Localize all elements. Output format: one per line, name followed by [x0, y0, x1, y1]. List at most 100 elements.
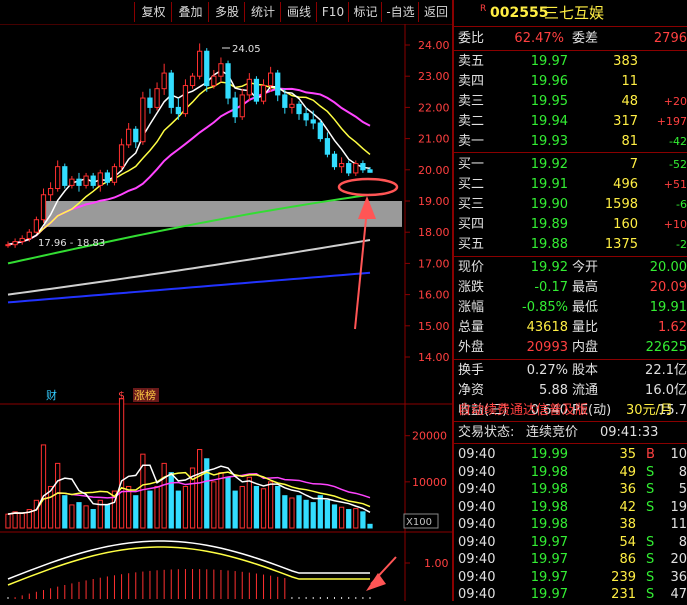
divider	[454, 443, 687, 444]
stock-code: 002555	[490, 5, 549, 21]
ask-price: 19.96	[530, 74, 568, 89]
candle	[260, 79, 267, 105]
candle-body	[55, 166, 61, 190]
price-axis-label: 19.00	[418, 195, 450, 208]
bid-change: -52	[669, 158, 687, 171]
candle	[303, 107, 309, 127]
status-value: 连续竞价	[526, 425, 579, 440]
stock-header: R 002555 三七互娱	[456, 2, 687, 24]
toolbar-button-2[interactable]: 多股	[208, 2, 245, 22]
bid-row: 买一 19.92 7 -52	[456, 155, 687, 175]
trade-status-row: 交易状态: 连续竞价 09:41:33	[456, 423, 687, 443]
stat-value: 43618	[526, 320, 568, 335]
ask-price: 19.93	[530, 134, 568, 149]
candle-body	[310, 119, 316, 124]
candle	[133, 126, 139, 148]
bid-price: 19.90	[530, 197, 568, 212]
kline-chart-area[interactable]: 24.00 23.00 22.00 21.00 20.00 19.00 18.00 17.00…	[0, 23, 452, 601]
ask-row: 卖一 19.93 81 -42	[456, 132, 687, 152]
candle-body	[76, 178, 82, 186]
candle-body	[338, 163, 345, 168]
candle-body	[239, 94, 245, 118]
candle	[232, 91, 238, 123]
candle	[204, 48, 210, 92]
toolbar-button-4[interactable]: 画线	[280, 2, 317, 22]
volume-bar	[118, 398, 125, 529]
candle-body	[324, 138, 331, 155]
stat-value: 19.91	[649, 300, 687, 315]
candle	[55, 160, 61, 192]
marker-cai: 财	[46, 388, 57, 402]
bid-price: 19.89	[530, 217, 568, 232]
volume-bar	[204, 458, 210, 529]
candle-body	[211, 75, 217, 87]
volume-bar	[296, 495, 302, 529]
price-axis-label: 21.00	[418, 133, 450, 146]
candle-body	[317, 122, 323, 140]
ad-text: 自动续费通达信普及版	[458, 403, 589, 418]
toolbar-button-6[interactable]: 标记	[348, 2, 382, 22]
candle	[168, 69, 174, 114]
quote-stat-row: 外盘 20993 内盘 22625	[456, 338, 687, 358]
toolbar-button-7[interactable]: -自选	[381, 2, 419, 22]
bid-volume: 7	[629, 157, 638, 172]
stat-label: 最高	[572, 280, 599, 295]
toolbar-button-5[interactable]: F10	[316, 2, 349, 22]
kline-chart-svg[interactable]: 24.00 23.00 22.00 21.00 20.00 19.00 18.00 17.00…	[0, 23, 452, 601]
bid-row: 买四 19.89 160 +10	[456, 215, 687, 235]
toolbar-button-3[interactable]: 统计	[244, 2, 281, 22]
volume-bar	[338, 506, 345, 529]
bid-row: 买二 19.91 496 +51	[456, 175, 687, 195]
candle-body	[197, 50, 203, 77]
candle-body	[282, 94, 288, 108]
toolbar-button-1[interactable]: 叠加	[171, 2, 209, 22]
volume-bar	[161, 462, 167, 529]
ask-row: 卖五 19.97 383	[456, 52, 687, 72]
candle-body	[189, 75, 196, 87]
stat-value: 1.62	[658, 320, 687, 335]
volume-bar	[211, 481, 217, 529]
stat-value: -0.17	[534, 280, 568, 295]
candle-body	[5, 244, 11, 247]
candle-body	[367, 169, 373, 173]
candle	[154, 82, 160, 111]
volume-bar	[104, 504, 111, 529]
weicha-label: 委差	[572, 31, 599, 46]
volume-bar	[40, 444, 47, 529]
volume-bar	[225, 476, 231, 529]
candle-body	[104, 172, 111, 183]
candle-body	[12, 241, 18, 246]
candle-body	[161, 72, 167, 90]
candle	[69, 176, 75, 189]
volume-bar	[182, 485, 189, 529]
bid-price: 19.92	[530, 157, 568, 172]
volume-bar	[331, 504, 338, 529]
volume-bar	[154, 485, 160, 529]
volume-bar	[303, 499, 309, 529]
fin-value: 5.88	[539, 383, 568, 398]
divider	[454, 421, 687, 422]
volume-unit: X100	[406, 517, 432, 528]
chart-toolbar: 复权 叠加 多股 统计 画线 F10 标记 -自选 返回	[0, 0, 452, 24]
stat-label: 今开	[572, 260, 599, 275]
toolbar-button-0[interactable]: 复权	[134, 2, 172, 22]
volume-bar	[260, 488, 267, 529]
candle-body	[303, 113, 309, 121]
bid-row: 买五 19.88 1375 -2	[456, 235, 687, 255]
candle-body	[133, 128, 139, 143]
stat-label: 内盘	[572, 340, 599, 355]
volume-bar	[324, 499, 331, 529]
toolbar-button-8[interactable]: 返回	[418, 2, 453, 22]
volume-bar	[133, 495, 139, 529]
candle-body	[260, 85, 267, 102]
volume-bar	[126, 485, 132, 529]
volume-axis-label: 20000	[412, 430, 447, 443]
candle	[253, 76, 260, 105]
candle-body	[360, 163, 366, 171]
candle	[33, 216, 40, 234]
divider	[454, 26, 687, 27]
volume-bar	[5, 513, 11, 529]
price-axis-label: 18.00	[418, 226, 450, 239]
candle	[126, 123, 132, 148]
annotation-arrow-shaft	[354, 208, 368, 330]
